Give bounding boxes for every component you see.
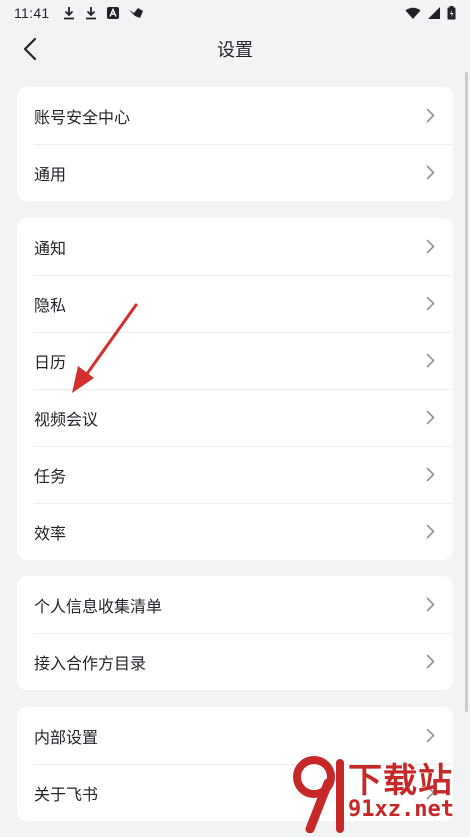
app-notification-icon [106, 7, 119, 19]
chevron-right-icon [423, 352, 437, 370]
settings-row[interactable]: 接入合作方目录 [17, 633, 453, 690]
settings-row-label: 效率 [34, 523, 67, 543]
chevron-right-icon [423, 295, 437, 313]
watermark: 下载站 91xz.net [288, 755, 464, 833]
navigation-bar: 设置 [0, 26, 470, 72]
cloud-app-icon [128, 8, 143, 18]
settings-row-label: 接入合作方目录 [34, 653, 147, 673]
download-icon [85, 7, 96, 20]
settings-row[interactable]: 效率 [17, 503, 453, 560]
back-button[interactable] [16, 35, 44, 63]
settings-row[interactable]: 账号安全中心 [17, 87, 453, 144]
chevron-right-icon [423, 238, 437, 256]
download-icon [63, 7, 74, 20]
chevron-right-icon [423, 596, 437, 614]
settings-row-label: 内部设置 [34, 727, 99, 747]
status-bar: 11:41 [0, 0, 470, 26]
settings-group: 通知隐私日历视频会议任务效率 [17, 218, 453, 560]
battery-icon [447, 6, 456, 20]
chevron-right-icon [423, 107, 437, 125]
watermark-brand-text: 下载站 [348, 761, 453, 801]
settings-row[interactable]: 隐私 [17, 275, 453, 332]
wifi-icon [405, 7, 421, 19]
settings-row[interactable]: 视频会议 [17, 389, 453, 446]
settings-row-label: 日历 [34, 352, 67, 372]
settings-group: 个人信息收集清单 接入合作方目录 [17, 576, 453, 690]
settings-row[interactable]: 个人信息收集清单 [17, 576, 453, 633]
settings-row[interactable]: 日历 [17, 332, 453, 389]
chevron-right-icon [423, 164, 437, 182]
cellular-signal-icon [428, 7, 440, 19]
settings-row-label: 视频会议 [34, 409, 99, 429]
settings-row-label: 个人信息收集清单 [34, 596, 163, 616]
status-notification-icons [62, 6, 144, 20]
chevron-right-icon [423, 653, 437, 671]
settings-row-label: 隐私 [34, 295, 67, 315]
settings-row-label: 任务 [34, 466, 67, 486]
chevron-right-icon [423, 727, 437, 745]
chevron-right-icon [423, 466, 437, 484]
chevron-right-icon [423, 523, 437, 541]
settings-row-label: 通知 [34, 238, 67, 258]
settings-row-label: 通用 [34, 164, 67, 184]
back-arrow-icon [23, 37, 37, 61]
page-title: 设置 [217, 40, 253, 61]
status-system-icons [405, 6, 456, 20]
settings-row[interactable]: 任务 [17, 446, 453, 503]
settings-row[interactable]: 通知 [17, 218, 453, 275]
settings-row[interactable]: 通用 [17, 144, 453, 201]
status-time: 11:41 [14, 5, 50, 21]
settings-group: 账号安全中心 通用 [17, 87, 453, 201]
watermark-logo-icon [293, 756, 344, 833]
settings-row-label: 账号安全中心 [34, 107, 131, 127]
scrollbar[interactable] [465, 72, 468, 712]
chevron-right-icon [423, 409, 437, 427]
watermark-domain-text: 91xz.net [348, 797, 454, 822]
